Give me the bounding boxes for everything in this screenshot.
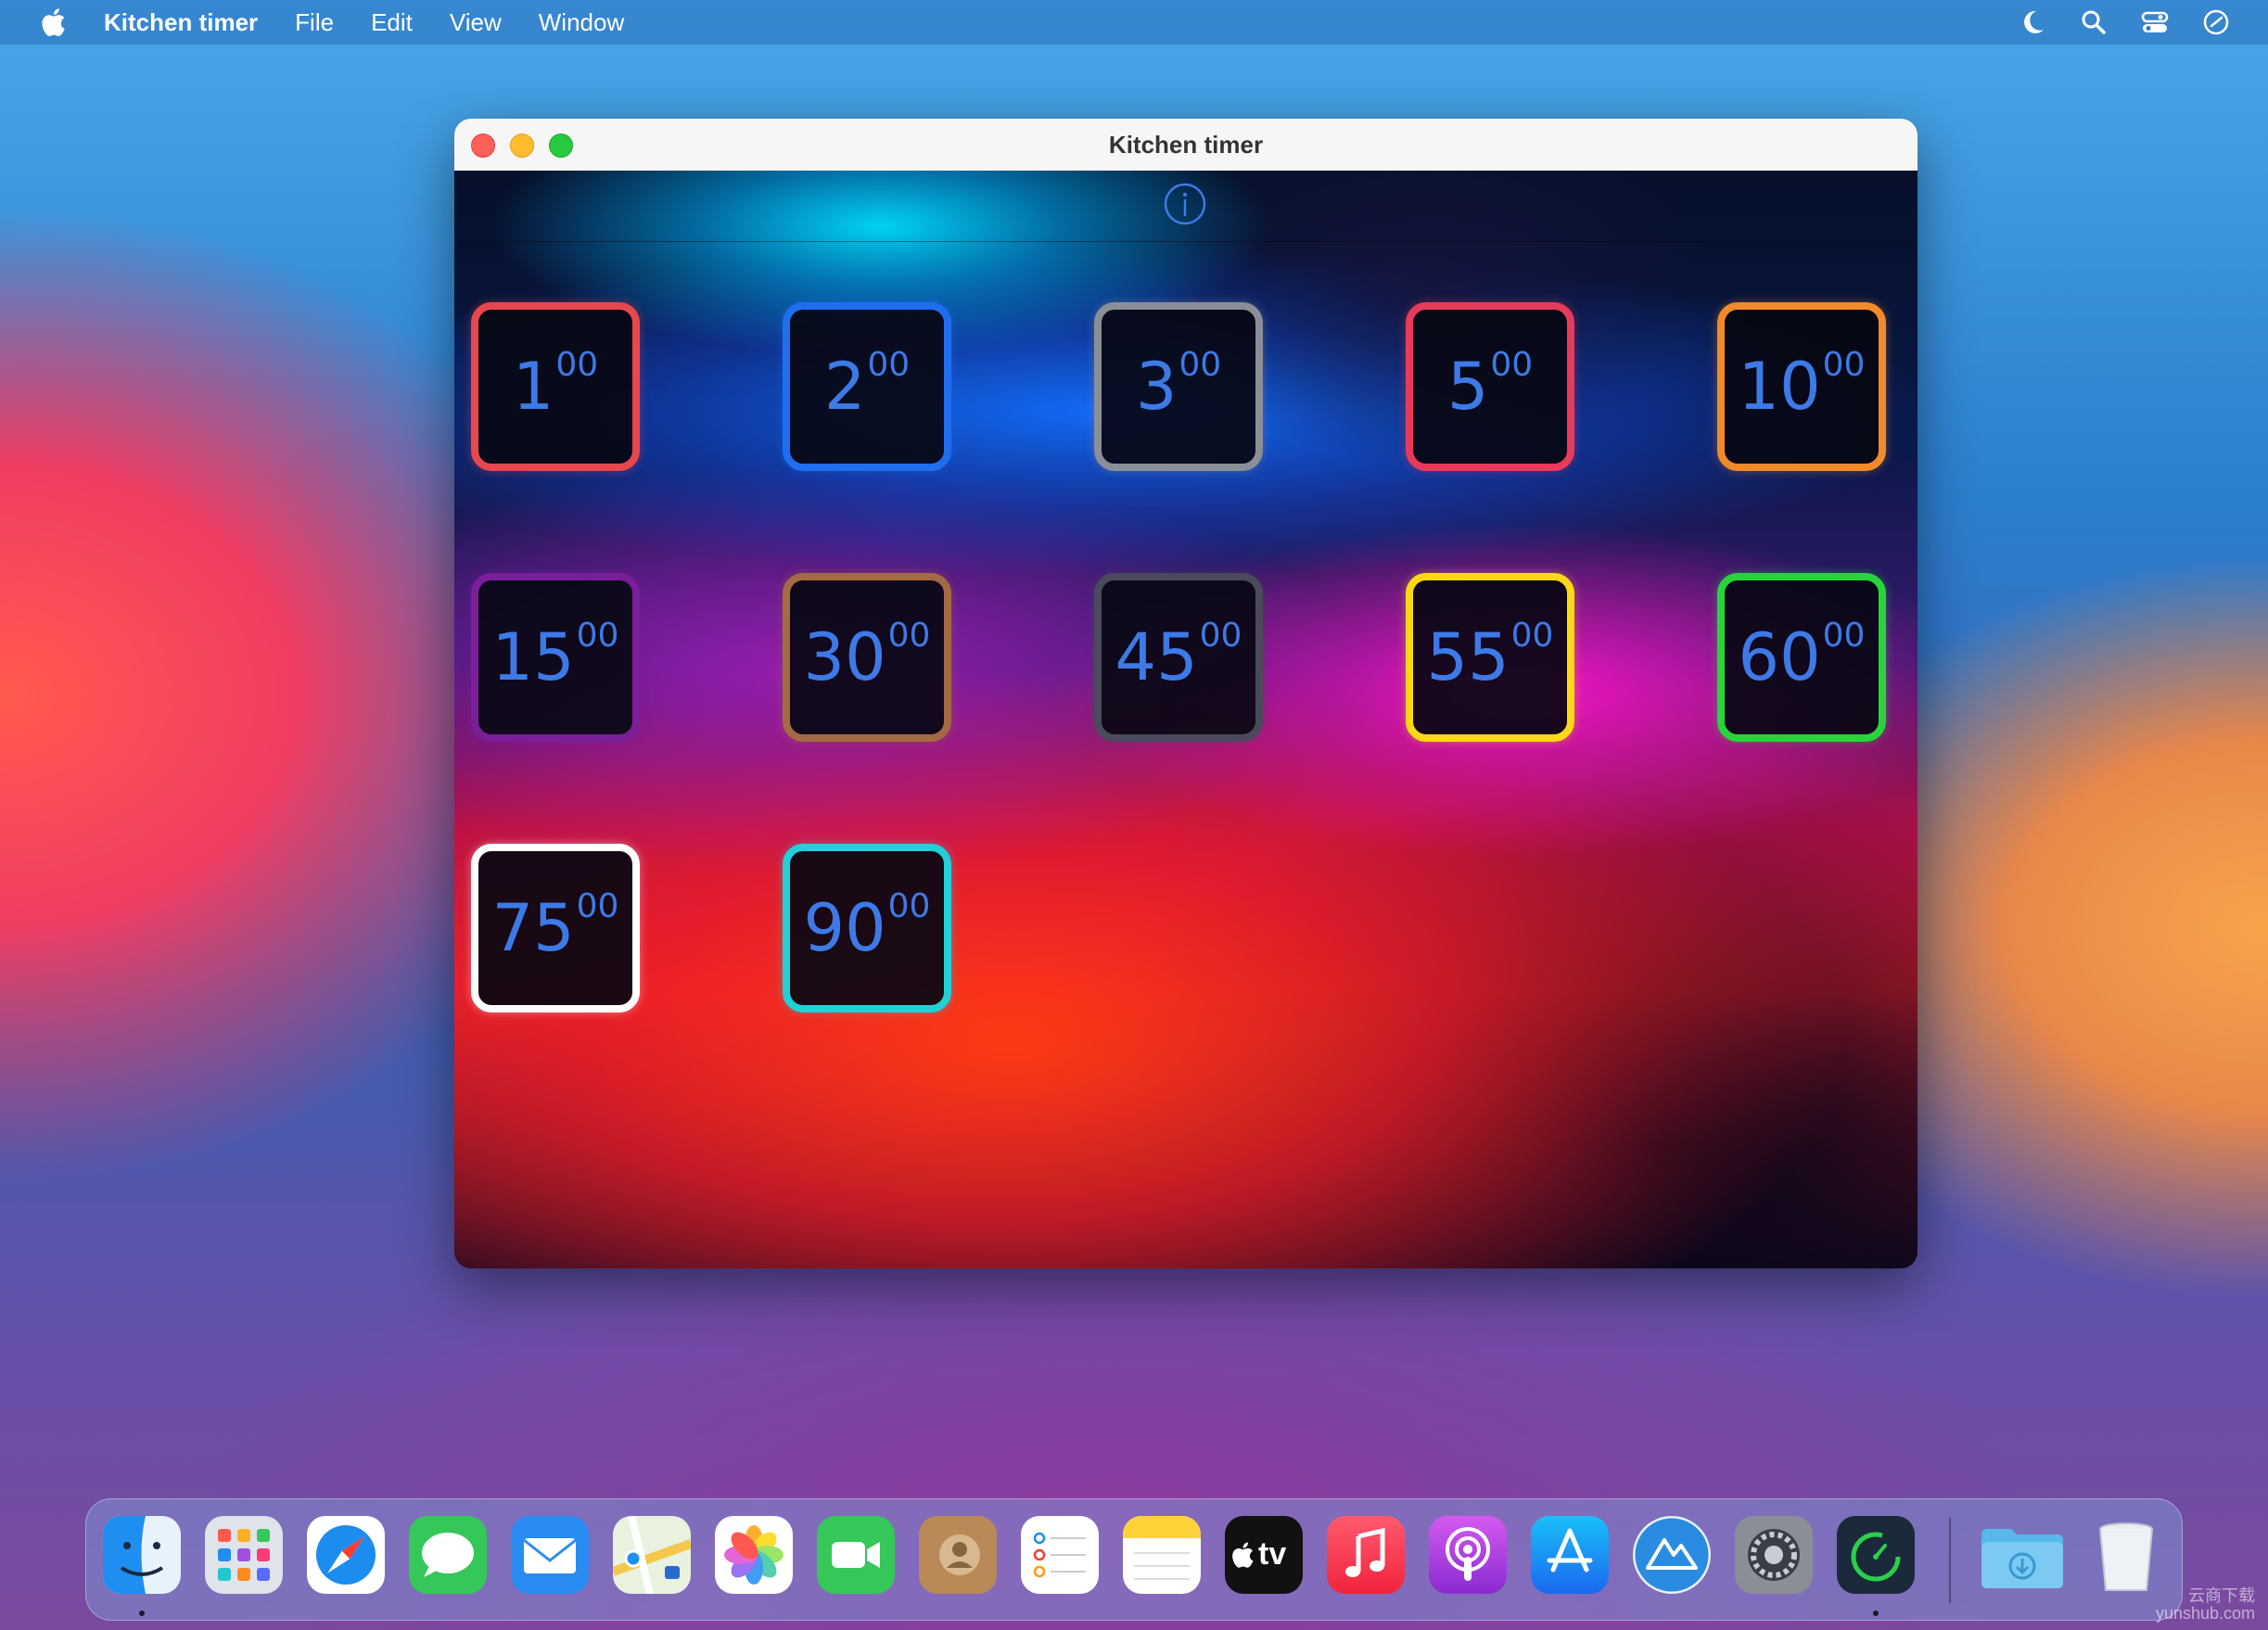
menu-bar: Kitchen timer File Edit View Window <box>0 0 2268 45</box>
timer-minutes: 10 <box>1738 349 1821 425</box>
apple-tv-label: tv <box>1258 1536 1287 1572</box>
window-controls <box>471 134 573 158</box>
window-title: Kitchen timer <box>1108 130 1264 159</box>
facetime-icon[interactable] <box>817 1516 895 1594</box>
timer-button[interactable]: 2 00 <box>783 302 951 471</box>
messages-icon[interactable] <box>409 1516 487 1594</box>
zoom-button[interactable] <box>549 134 573 158</box>
timer-seconds: 00 <box>1510 616 1554 655</box>
dock: tv <box>85 1498 2183 1621</box>
timer-seconds: 00 <box>1822 345 1866 384</box>
safari-icon[interactable] <box>307 1516 385 1594</box>
timer-seconds: 00 <box>576 616 619 655</box>
timer-minutes: 55 <box>1426 619 1510 695</box>
kitchen-timer-icon[interactable] <box>1837 1516 1915 1594</box>
timer-seconds: 00 <box>576 886 619 925</box>
finder-icon[interactable] <box>103 1516 181 1594</box>
system-preferences-icon[interactable] <box>1735 1516 1813 1594</box>
timer-seconds: 00 <box>555 345 599 384</box>
timer-button[interactable]: 45 00 <box>1094 573 1263 742</box>
timer-seconds: 00 <box>1179 345 1222 384</box>
clock-icon[interactable] <box>2201 7 2231 37</box>
timer-seconds: 00 <box>867 345 911 384</box>
timer-button[interactable]: 15 00 <box>471 573 640 742</box>
timer-seconds: 00 <box>1199 616 1242 655</box>
timer-button[interactable]: 55 00 <box>1406 573 1574 742</box>
watermark-line-1: 云商下载 <box>2188 1586 2255 1606</box>
kitchen-timer-running-indicator <box>1873 1611 1879 1616</box>
notes-icon[interactable] <box>1123 1516 1201 1594</box>
photos-icon[interactable] <box>715 1516 793 1594</box>
timer-minutes: 60 <box>1738 619 1821 695</box>
reminders-icon[interactable] <box>1021 1516 1099 1594</box>
timer-seconds: 00 <box>1822 616 1866 655</box>
timer-button[interactable]: 75 00 <box>471 844 640 1012</box>
menu-app-name[interactable]: Kitchen timer <box>104 8 258 37</box>
music-icon[interactable] <box>1327 1516 1405 1594</box>
info-icon[interactable] <box>1163 182 1207 226</box>
control-center-icon[interactable] <box>2140 7 2170 37</box>
search-icon[interactable] <box>2079 7 2109 37</box>
watermark: 云商下载 yunshub.com <box>2156 1587 2255 1623</box>
info-bar <box>454 171 1918 242</box>
timer-grid-area: 1 00 2 00 3 00 5 00 10 00 15 00 30 00 45 00 55 00 60 00 75 00… <box>454 171 1918 1268</box>
timer-button[interactable]: 90 00 <box>783 844 951 1012</box>
menu-edit[interactable]: Edit <box>371 8 413 37</box>
instruments-icon[interactable] <box>1633 1516 1711 1594</box>
status-area <box>2018 0 2231 45</box>
watermark-line-2: yunshub.com <box>2155 1604 2255 1624</box>
contacts-icon[interactable] <box>919 1516 997 1594</box>
timer-minutes: 45 <box>1115 619 1198 695</box>
minimize-button[interactable] <box>510 134 534 158</box>
menu-window[interactable]: Window <box>539 8 624 37</box>
timer-minutes: 2 <box>823 349 866 425</box>
timer-minutes: 3 <box>1135 349 1178 425</box>
downloads-folder-icon[interactable] <box>1978 1516 2067 1594</box>
timer-minutes: 1 <box>512 349 554 425</box>
timer-button[interactable]: 3 00 <box>1094 302 1263 471</box>
timer-seconds: 00 <box>1490 345 1534 384</box>
timer-seconds: 00 <box>887 886 931 925</box>
moon-icon[interactable] <box>2018 7 2047 37</box>
timer-minutes: 75 <box>491 890 575 966</box>
kitchen-timer-window: Kitchen timer 1 00 2 00 3 00 5 00 10 00 15 00 30 00 45… <box>454 119 1918 1268</box>
timer-button[interactable]: 1 00 <box>471 302 640 471</box>
trash-icon[interactable] <box>2087 1516 2165 1594</box>
menu-file[interactable]: File <box>295 8 334 37</box>
timer-seconds: 00 <box>887 616 931 655</box>
dock-separator <box>1949 1518 1951 1603</box>
app-store-icon[interactable] <box>1531 1516 1609 1594</box>
timer-button[interactable]: 5 00 <box>1406 302 1574 471</box>
apple-icon[interactable] <box>39 7 67 37</box>
podcasts-icon[interactable] <box>1429 1516 1507 1594</box>
timer-minutes: 30 <box>803 619 886 695</box>
timer-minutes: 5 <box>1446 349 1489 425</box>
timer-minutes: 15 <box>491 619 575 695</box>
title-bar[interactable]: Kitchen timer <box>454 119 1918 172</box>
mail-icon[interactable] <box>511 1516 589 1594</box>
launchpad-icon[interactable] <box>205 1516 283 1594</box>
close-button[interactable] <box>471 134 495 158</box>
timer-button[interactable]: 60 00 <box>1717 573 1886 742</box>
timer-button[interactable]: 10 00 <box>1717 302 1886 471</box>
timer-button[interactable]: 30 00 <box>783 573 951 742</box>
finder-running-indicator <box>139 1611 145 1616</box>
apple-tv-icon[interactable]: tv <box>1225 1516 1303 1594</box>
timer-minutes: 90 <box>803 890 886 966</box>
maps-icon[interactable] <box>613 1516 691 1594</box>
menu-view[interactable]: View <box>450 8 502 37</box>
